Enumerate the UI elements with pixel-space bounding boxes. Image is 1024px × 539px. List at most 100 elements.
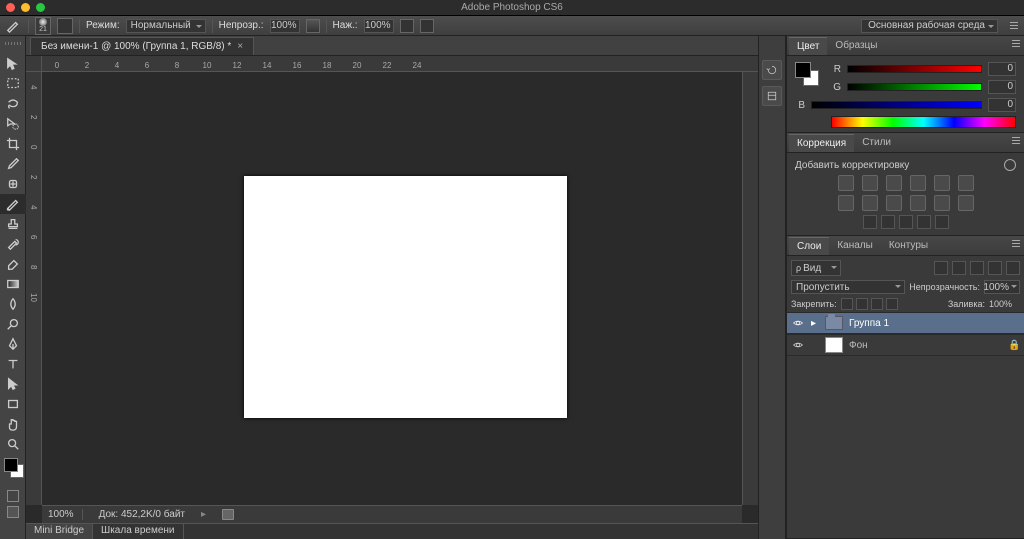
adjustments-panel-menu-icon[interactable] <box>1012 137 1020 144</box>
vertical-ruler[interactable]: 420246810 <box>26 72 42 505</box>
panel-menu-icon[interactable] <box>1008 20 1020 32</box>
b-value-input[interactable]: 0 <box>988 98 1016 112</box>
vertical-scrollbar[interactable] <box>742 72 758 505</box>
r-value-input[interactable]: 0 <box>988 62 1016 76</box>
brush-preset-picker[interactable]: 21 <box>35 17 51 35</box>
hue-sat-icon[interactable] <box>958 175 974 191</box>
gradient-tool[interactable] <box>0 274 26 294</box>
path-select-tool[interactable] <box>0 374 26 394</box>
properties-panel-icon[interactable] <box>762 86 782 106</box>
layer-thumbnail[interactable] <box>825 337 843 353</box>
r-slider[interactable] <box>847 65 982 73</box>
canvas-viewport[interactable] <box>42 72 742 505</box>
color-tab[interactable]: Цвет <box>789 37 827 55</box>
color-panel-menu-icon[interactable] <box>1012 40 1020 47</box>
pen-tool[interactable] <box>0 334 26 354</box>
close-window-icon[interactable] <box>6 3 15 12</box>
doc-size-readout[interactable]: Док: 452,2K/0 байт <box>99 509 185 520</box>
levels-icon[interactable] <box>862 175 878 191</box>
blur-tool[interactable] <box>0 294 26 314</box>
group-disclosure-icon[interactable]: ▸ <box>811 318 819 329</box>
eyedropper-tool[interactable] <box>0 154 26 174</box>
horizontal-scroll-thumb[interactable] <box>222 509 234 520</box>
toolbox-grip[interactable] <box>0 38 25 48</box>
history-brush-tool[interactable] <box>0 234 26 254</box>
foreground-color-swatch[interactable] <box>4 458 18 472</box>
close-tab-icon[interactable]: × <box>237 41 243 52</box>
pressure-opacity-toggle[interactable] <box>306 19 320 33</box>
screenmode-toggle[interactable] <box>0 506 26 518</box>
airbrush-toggle[interactable] <box>400 19 414 33</box>
crop-tool[interactable] <box>0 134 26 154</box>
paths-tab[interactable]: Контуры <box>881 237 936 255</box>
gradient-map-icon[interactable] <box>899 215 913 229</box>
workspace-switcher[interactable]: Основная рабочая среда <box>861 19 998 33</box>
pressure-size-toggle[interactable] <box>420 19 434 33</box>
color-spectrum[interactable] <box>831 116 1016 128</box>
maximize-window-icon[interactable] <box>36 3 45 12</box>
filter-smart-icon[interactable] <box>1006 261 1020 275</box>
color-lookup-icon[interactable] <box>934 195 950 211</box>
stamp-tool[interactable] <box>0 214 26 234</box>
healing-tool[interactable] <box>0 174 26 194</box>
move-tool[interactable] <box>0 54 26 74</box>
type-tool[interactable] <box>0 354 26 374</box>
channels-tab[interactable]: Каналы <box>829 237 881 255</box>
color-swatches[interactable] <box>0 456 26 486</box>
lock-pixels-icon[interactable] <box>856 298 868 310</box>
exposure-icon[interactable] <box>910 175 926 191</box>
adj-extra-icon[interactable] <box>935 215 949 229</box>
styles-tab[interactable]: Стили <box>854 134 899 152</box>
vibrance-icon[interactable] <box>934 175 950 191</box>
curves-icon[interactable] <box>886 175 902 191</box>
layer-opacity-input[interactable]: 100% <box>984 280 1020 294</box>
timeline-tab[interactable]: Шкала времени <box>93 524 183 539</box>
g-slider[interactable] <box>847 83 982 91</box>
color-panel-swatches[interactable] <box>795 62 819 86</box>
shape-tool[interactable] <box>0 394 26 414</box>
bw-icon[interactable] <box>862 195 878 211</box>
filter-shape-icon[interactable] <box>988 261 1002 275</box>
quick-select-tool[interactable] <box>0 114 26 134</box>
history-panel-icon[interactable] <box>762 60 782 80</box>
ruler-origin[interactable] <box>26 56 42 72</box>
eraser-tool[interactable] <box>0 254 26 274</box>
zoom-tool[interactable] <box>0 434 26 454</box>
brush-panel-toggle-icon[interactable] <box>57 18 73 34</box>
hand-tool[interactable] <box>0 414 26 434</box>
photo-filter-icon[interactable] <box>886 195 902 211</box>
brush-tool[interactable] <box>0 194 26 214</box>
lock-position-icon[interactable] <box>871 298 883 310</box>
brush-tool-icon[interactable] <box>4 16 22 36</box>
dodge-tool[interactable] <box>0 314 26 334</box>
adjustments-tab[interactable]: Коррекция <box>789 134 854 152</box>
opacity-input[interactable]: 100% <box>270 19 300 33</box>
lasso-tool[interactable] <box>0 94 26 114</box>
invert-icon[interactable] <box>958 195 974 211</box>
filter-type-icon[interactable] <box>970 261 984 275</box>
brightness-contrast-icon[interactable] <box>838 175 854 191</box>
selective-color-icon[interactable] <box>917 215 931 229</box>
quickmask-toggle[interactable] <box>0 490 26 502</box>
horizontal-ruler[interactable]: 024681012141618202224 <box>42 56 758 72</box>
g-value-input[interactable]: 0 <box>988 80 1016 94</box>
threshold-icon[interactable] <box>881 215 895 229</box>
layer-background[interactable]: Фон 🔒 <box>787 334 1024 356</box>
lock-transparency-icon[interactable] <box>841 298 853 310</box>
visibility-toggle-icon[interactable] <box>791 316 805 330</box>
minimize-window-icon[interactable] <box>21 3 30 12</box>
swatches-tab[interactable]: Образцы <box>827 37 885 55</box>
blend-mode-select[interactable]: Пропустить <box>791 280 905 294</box>
channel-mixer-icon[interactable] <box>910 195 926 211</box>
b-slider[interactable] <box>811 101 982 109</box>
flow-input[interactable]: 100% <box>364 19 394 33</box>
fill-input[interactable]: 100% <box>989 299 1020 309</box>
posterize-icon[interactable] <box>863 215 877 229</box>
canvas[interactable] <box>244 176 567 418</box>
filter-pixel-icon[interactable] <box>934 261 948 275</box>
layer-name[interactable]: Группа 1 <box>849 318 1020 329</box>
layer-name[interactable]: Фон <box>849 340 1002 351</box>
status-menu-icon[interactable]: ▸ <box>201 509 206 520</box>
layer-group-1[interactable]: ▸ Группа 1 <box>787 312 1024 334</box>
zoom-level[interactable]: 100% <box>48 509 83 520</box>
